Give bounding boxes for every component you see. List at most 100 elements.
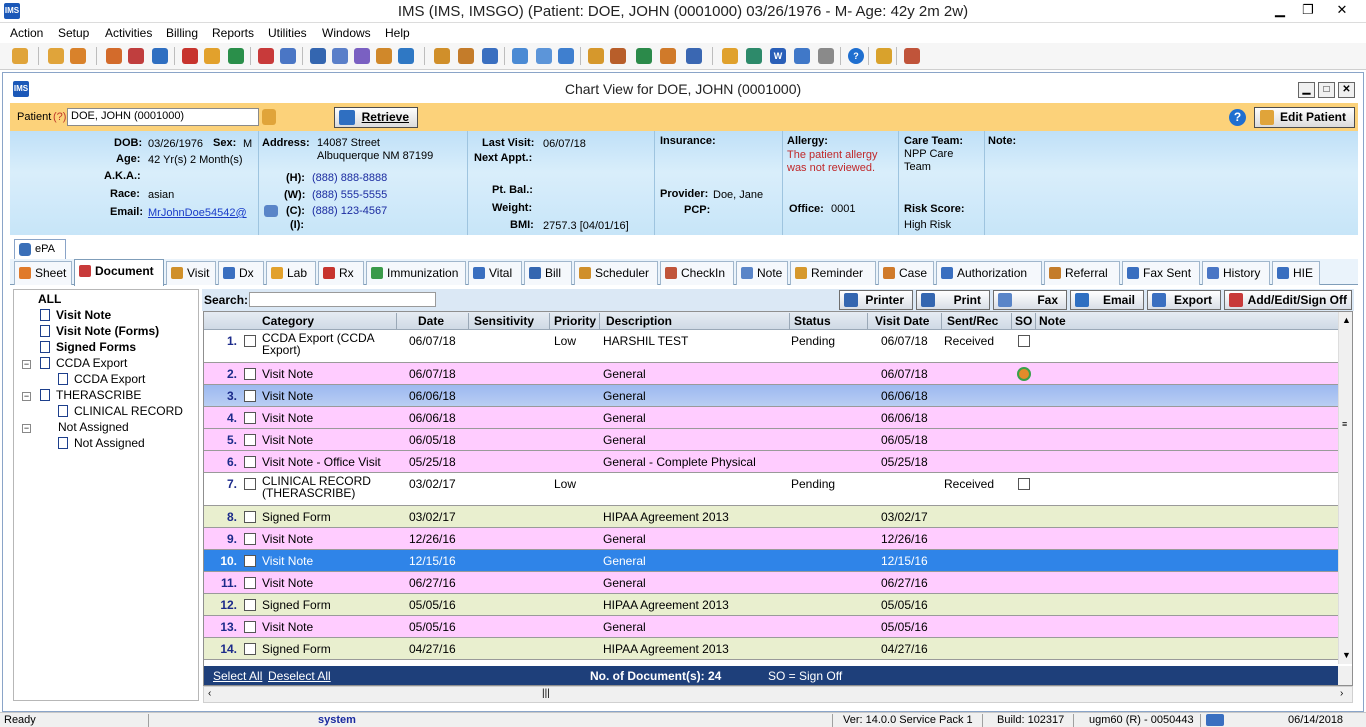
chart-restore-button[interactable]: □ [1318,82,1335,98]
tree-item-visit-note[interactable]: Visit Note [40,308,111,322]
print-report-icon[interactable] [610,48,626,64]
billing-icon[interactable] [310,48,326,64]
era-icon[interactable] [398,48,414,64]
collapse-icon[interactable]: − [22,392,31,401]
tab-authorization[interactable]: Authorization [936,261,1042,285]
schedule-icon[interactable] [106,48,122,64]
tree-item-ccda-export-child[interactable]: CCDA Export [58,372,145,386]
lock-icon[interactable] [876,48,892,64]
chart-minimize-button[interactable]: ▁ [1298,82,1315,98]
scanner-icon[interactable] [686,48,702,64]
col-category[interactable]: Category [262,314,314,328]
ledger-icon[interactable] [376,48,392,64]
scroll-right-icon[interactable]: › [1340,688,1343,699]
table-row[interactable]: 9. Visit Note 12/26/16 General 12/26/16 [204,528,1338,550]
menu-billing[interactable]: Billing [166,26,198,40]
row-checkbox[interactable] [244,478,256,490]
col-sensitivity[interactable]: Sensitivity [474,314,534,328]
fax-button[interactable]: Fax [993,290,1067,310]
col-so[interactable]: SO [1015,314,1032,328]
payment-icon[interactable] [332,48,348,64]
row-checkbox[interactable] [244,412,256,424]
scroll-thumb-icon[interactable]: ≡ [1342,419,1352,429]
table-row[interactable]: 2. Visit Note 06/07/18 General 06/07/18 [204,363,1338,385]
tree-item-all[interactable]: ALL [38,292,61,306]
edit-patient-button[interactable]: Edit Patient [1254,107,1355,128]
document-icon[interactable] [258,48,274,64]
row-checkbox[interactable] [244,643,256,655]
tab-dx[interactable]: Dx [218,261,264,285]
chart-close-button[interactable]: ✕ [1338,82,1355,98]
scroll-thumb-icon[interactable]: ||| [542,688,550,699]
referral-icon[interactable] [458,48,474,64]
tab-rx[interactable]: Rx [318,261,364,285]
import-icon[interactable] [722,48,738,64]
row-checkbox[interactable] [244,335,256,347]
row-checkbox[interactable] [244,577,256,589]
grid-horizontal-scrollbar[interactable]: ‹ ||| › [203,686,1353,703]
message-icon[interactable] [512,48,528,64]
menu-windows[interactable]: Windows [322,26,371,40]
tree-item-ccda-export[interactable]: CCDA Export [40,356,127,370]
collapse-icon[interactable]: − [22,424,31,433]
provider-icon[interactable] [48,48,64,64]
row-checkbox[interactable] [244,599,256,611]
add-edit-sign-off-button[interactable]: Add/Edit/Sign Off [1224,290,1352,310]
col-priority[interactable]: Priority [554,314,596,328]
lab-icon[interactable] [204,48,220,64]
tab-epa[interactable]: ePA [14,239,66,259]
print-button[interactable]: Print [916,290,990,310]
table-row[interactable]: 10. Visit Note 12/15/16 General 12/15/16 [204,550,1338,572]
row-checkbox[interactable] [244,555,256,567]
row-checkbox[interactable] [244,368,256,380]
row-checkbox[interactable] [244,533,256,545]
table-row[interactable]: 5. Visit Note 06/05/18 General 06/05/18 [204,429,1338,451]
col-date[interactable]: Date [418,314,444,328]
scroll-up-icon[interactable]: ▲ [1342,315,1351,325]
tab-note[interactable]: Note [736,261,788,285]
patient-icon[interactable] [12,48,28,64]
table-row[interactable]: 8. Signed Form 03/02/17 HIPAA Agreement 201… [204,506,1338,528]
exit-icon[interactable] [904,48,920,64]
search-input[interactable] [249,292,436,307]
tab-hie[interactable]: HIE [1272,261,1320,285]
patient-help-link[interactable]: (?) [53,111,66,123]
sign-off-checkbox[interactable] [1018,478,1030,490]
menu-help[interactable]: Help [385,26,410,40]
folder-icon[interactable] [660,48,676,64]
row-checkbox[interactable] [244,456,256,468]
tree-item-signed-forms[interactable]: Signed Forms [40,340,136,354]
patient-input[interactable]: DOE, JOHN (0001000) [67,108,259,126]
tab-case[interactable]: Case [878,261,934,285]
inbox-icon[interactable] [558,48,574,64]
table-row[interactable]: 3. Visit Note 06/06/18 General 06/06/18 [204,385,1338,407]
task-icon[interactable] [482,48,498,64]
row-checkbox[interactable] [244,621,256,633]
tab-bill[interactable]: Bill [524,261,572,285]
help-icon[interactable]: ? [848,48,864,64]
patient-lookup-icon[interactable] [262,109,276,125]
tab-lab[interactable]: Lab [266,261,316,285]
help-icon[interactable]: ? [1229,109,1246,126]
select-all-link[interactable]: Select All [213,669,262,683]
menu-setup[interactable]: Setup [58,26,89,40]
table-row[interactable]: 11. Visit Note 06/27/16 General 06/27/16 [204,572,1338,594]
chart-report-icon[interactable] [636,48,652,64]
server-status-icon[interactable] [1206,714,1224,726]
grid-vertical-scrollbar[interactable]: ▲ ≡ ▼ [1338,312,1352,664]
menu-utilities[interactable]: Utilities [268,26,307,40]
tree-item-clinical-record[interactable]: CLINICAL RECORD [58,404,183,418]
col-sent-rec[interactable]: Sent/Rec [947,314,998,328]
table-row[interactable]: 12. Signed Form 05/05/16 HIPAA Agreement 20… [204,594,1338,616]
tab-immunization[interactable]: Immunization [366,261,466,285]
phone-icon[interactable] [152,48,168,64]
tab-vital[interactable]: Vital [468,261,522,285]
menu-activities[interactable]: Activities [105,26,152,40]
tab-sheet[interactable]: Sheet [14,261,72,285]
template-icon[interactable] [794,48,810,64]
table-row[interactable]: 4. Visit Note 06/06/18 General 06/06/18 [204,407,1338,429]
row-checkbox[interactable] [244,390,256,402]
tab-fax-sent[interactable]: Fax Sent [1122,261,1200,285]
tree-item-not-assigned[interactable]: Not Assigned [58,420,129,434]
notepad-icon[interactable] [818,48,834,64]
